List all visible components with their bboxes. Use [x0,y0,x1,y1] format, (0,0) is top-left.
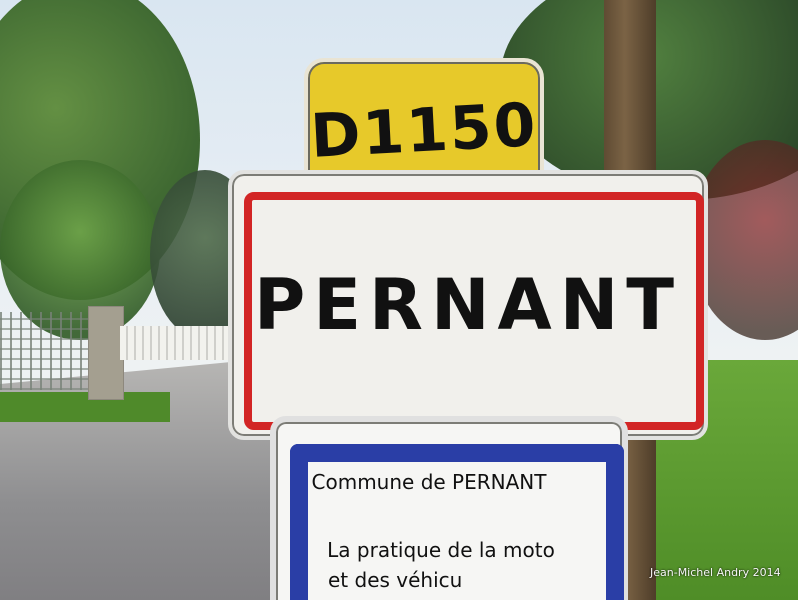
notice-line-2: et des véhicu [328,568,463,592]
wire-fence [0,312,100,390]
stone-pillar [88,306,124,400]
white-fence [120,326,232,360]
commune-title: Commune de PERNANT [311,470,547,494]
commune-notice-sign: Commune de PERNANT La pratique de la mot… [270,416,628,600]
photo-frame: D1150 PERNANT Commune de PERNANT La prat… [0,0,798,600]
notice-line-1: La pratique de la moto [327,538,555,562]
town-name: PERNANT [253,264,683,346]
photo-credit: Jean-Michel Andry 2014 [650,566,781,579]
town-entry-sign: PERNANT [228,170,708,440]
grass-left [0,392,170,422]
